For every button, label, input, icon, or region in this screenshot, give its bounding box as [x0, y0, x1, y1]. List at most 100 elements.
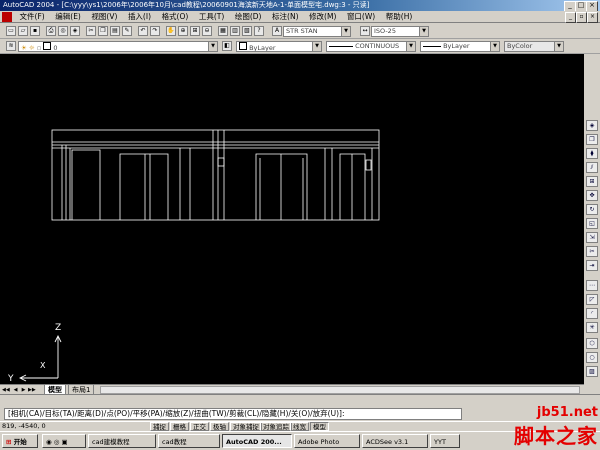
task-photoshop[interactable]: Adobe Photo [294, 434, 360, 448]
menu-help[interactable]: 帮助(H) [382, 11, 417, 23]
quick-launch[interactable]: ◉ ◎ ▣ [42, 434, 86, 448]
menu-tools[interactable]: 工具(T) [195, 11, 228, 23]
paste-icon[interactable]: ▤ [110, 26, 120, 36]
mirror-icon[interactable]: ⧫ [586, 148, 598, 159]
menu-edit[interactable]: 编辑(E) [51, 11, 85, 23]
erase-icon[interactable]: ◈ [586, 120, 598, 131]
copy-icon[interactable]: ❐ [98, 26, 108, 36]
tool-palette-icon[interactable]: ▧ [242, 26, 252, 36]
layer-select[interactable]: ☀ ☼ ▫ 0 ▼ [18, 41, 218, 52]
preview-icon[interactable]: ◎ [58, 26, 68, 36]
menu-insert[interactable]: 插入(I) [124, 11, 155, 23]
chevron-down-icon[interactable]: ▼ [419, 27, 428, 36]
doc-close-icon[interactable]: × [587, 12, 598, 23]
menu-window[interactable]: 窗口(W) [343, 11, 379, 23]
lineweight-select[interactable]: ByLayer ▼ [420, 41, 500, 52]
color-swatch-icon [43, 42, 52, 50]
plotstyle-select[interactable]: ByColor ▼ [504, 41, 564, 52]
osnap-button[interactable]: 对象捕捉 [230, 422, 262, 431]
circle-icon[interactable]: ○ [586, 352, 598, 363]
redo-icon[interactable]: ↷ [150, 26, 160, 36]
chevron-down-icon[interactable]: ▼ [490, 42, 499, 51]
sun-icon: ☼ [28, 44, 35, 52]
task-cad-tutorial[interactable]: cad教程 [158, 434, 220, 448]
ortho-button[interactable]: 正交 [190, 422, 209, 431]
move-icon[interactable]: ✥ [586, 190, 598, 201]
lightbulb-icon: ☀ [21, 44, 27, 52]
zoom-realtime-icon[interactable]: ⊕ [178, 26, 188, 36]
open-file-icon[interactable]: ▱ [18, 26, 28, 36]
app-logo-icon[interactable] [2, 12, 12, 22]
menu-modify[interactable]: 修改(M) [305, 11, 340, 23]
window-title: AutoCAD 2004 - [C:\yyy\ys1\2006年\2006年10… [3, 1, 370, 9]
menu-file[interactable]: 文件(F) [16, 11, 49, 23]
array-icon[interactable]: ⊞ [586, 176, 598, 187]
text-style-select[interactable]: STR STAN ▼ [283, 26, 351, 37]
color-select[interactable]: ByLayer ▼ [236, 41, 322, 52]
scale-icon[interactable]: ◱ [586, 218, 598, 229]
cut-icon[interactable]: ✂ [86, 26, 96, 36]
drawing-canvas[interactable]: Z Y X [0, 54, 584, 384]
copy-object-icon[interactable]: ❐ [586, 134, 598, 145]
undo-icon[interactable]: ↶ [138, 26, 148, 36]
next-tab-icon[interactable]: ▶ [20, 386, 27, 394]
polar-button[interactable]: 极轴 [210, 422, 229, 431]
menu-format[interactable]: 格式(O) [158, 11, 193, 23]
first-tab-icon[interactable]: ◀◀ [2, 386, 10, 394]
task-acdsee[interactable]: ACDSee v3.1 [362, 434, 428, 448]
dim-style-select[interactable]: ISO-25 ▼ [371, 26, 429, 37]
close-icon[interactable]: × [586, 1, 598, 11]
snap-button[interactable]: 捕捉 [150, 422, 169, 431]
menu-view[interactable]: 视图(V) [87, 11, 121, 23]
last-tab-icon[interactable]: ▶▶ [28, 386, 36, 394]
hatch-icon[interactable]: ▨ [586, 366, 598, 377]
save-icon[interactable]: ▪ [30, 26, 40, 36]
dim-style-icon[interactable]: ↔ [360, 26, 370, 36]
plot-icon[interactable]: ⎙ [46, 26, 56, 36]
menu-draw[interactable]: 绘图(D) [231, 11, 266, 23]
publish-icon[interactable]: ◈ [70, 26, 80, 36]
offset-icon[interactable]: ⫽ [586, 162, 598, 173]
door-outline [71, 149, 101, 220]
linetype-select[interactable]: CONTINUOUS ▼ [326, 41, 416, 52]
chevron-down-icon[interactable]: ▼ [208, 42, 217, 51]
task-yyt[interactable]: YYT [430, 434, 460, 448]
chevron-down-icon[interactable]: ▼ [406, 42, 415, 51]
task-cad-modeling[interactable]: cad建模教程 [88, 434, 156, 448]
chamfer-icon[interactable]: ◸ [586, 294, 598, 305]
layer-manager-icon[interactable]: ≋ [6, 41, 16, 51]
horizontal-scrollbar[interactable] [100, 386, 580, 394]
trim-icon[interactable]: ✂ [586, 246, 598, 257]
menu-dimension[interactable]: 标注(N) [268, 11, 302, 23]
extend-icon[interactable]: ⇥ [586, 260, 598, 271]
help-icon[interactable]: ? [254, 26, 264, 36]
pan-icon[interactable]: ✋ [166, 26, 176, 36]
make-current-layer-icon[interactable]: ◧ [222, 41, 232, 51]
fillet-icon[interactable]: ◜ [586, 308, 598, 319]
polygon-icon[interactable]: ⬡ [586, 338, 598, 349]
lineweight-button[interactable]: 线宽 [290, 422, 309, 431]
chevron-down-icon[interactable]: ▼ [554, 42, 563, 51]
model-button[interactable]: 模型 [310, 422, 329, 431]
chevron-down-icon[interactable]: ▼ [312, 42, 321, 51]
doc-minimize-icon[interactable]: _ [565, 12, 576, 23]
break-icon[interactable]: ⋯ [586, 280, 598, 291]
explode-icon[interactable]: ✳ [586, 322, 598, 333]
properties-icon[interactable]: ▦ [218, 26, 228, 36]
match-properties-icon[interactable]: ✎ [122, 26, 132, 36]
task-autocad[interactable]: AutoCAD 200... [222, 434, 292, 448]
otrack-button[interactable]: 对象追踪 [260, 422, 292, 431]
stretch-icon[interactable]: ⇲ [586, 232, 598, 243]
start-button[interactable]: ⊞ 开始 [2, 434, 38, 448]
doc-restore-icon[interactable]: ▫ [576, 12, 587, 23]
design-center-icon[interactable]: ▥ [230, 26, 240, 36]
prev-tab-icon[interactable]: ◀ [12, 386, 19, 394]
chevron-down-icon[interactable]: ▼ [341, 27, 350, 36]
grid-button[interactable]: 栅格 [170, 422, 189, 431]
command-line[interactable]: [相机(CA)/目标(TA)/距离(D)/点(PO)/平移(PA)/缩放(Z)/… [4, 408, 462, 420]
rotate-icon[interactable]: ↻ [586, 204, 598, 215]
zoom-window-icon[interactable]: ⊞ [190, 26, 200, 36]
new-file-icon[interactable]: ▭ [6, 26, 16, 36]
zoom-previous-icon[interactable]: ⊖ [202, 26, 212, 36]
text-style-icon[interactable]: A [272, 26, 282, 36]
